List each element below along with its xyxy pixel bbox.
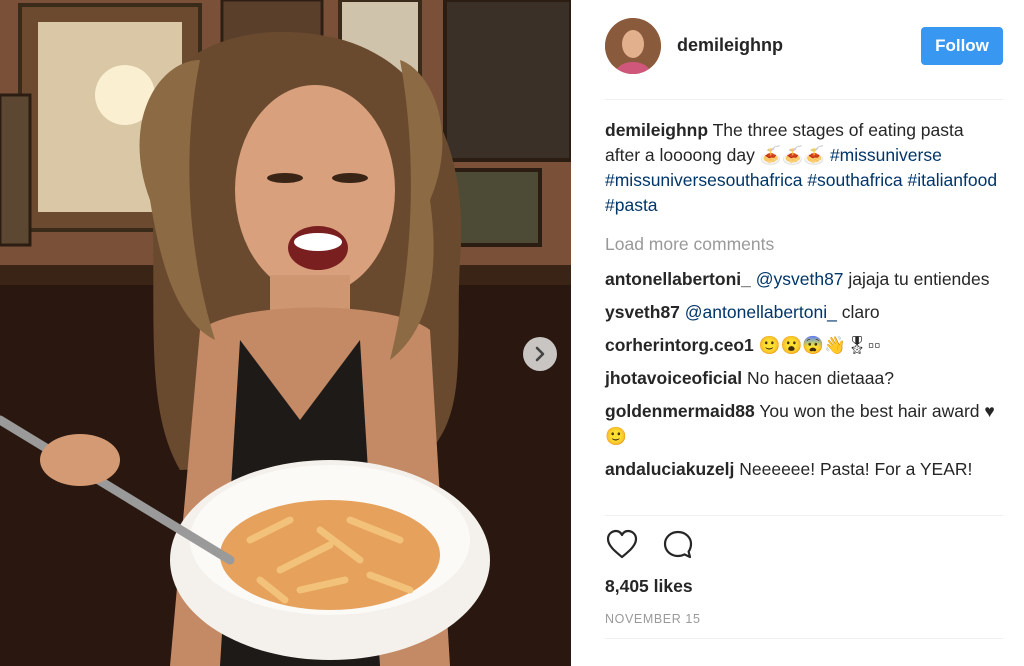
hashtag[interactable]: #italianfood	[908, 170, 998, 190]
comment-text: 🙂😮😨👋🎖▫▫	[758, 335, 881, 355]
heart-icon	[606, 529, 638, 559]
comment-text: claro	[841, 302, 880, 322]
post-header: demileighnp Follow	[605, 18, 1003, 76]
divider	[605, 515, 1003, 516]
comment-button[interactable]	[661, 528, 695, 562]
comment-username[interactable]: antonellabertoni_	[605, 269, 751, 289]
comment-username[interactable]: goldenmermaid88	[605, 401, 755, 421]
hashtag[interactable]: #missuniverse	[830, 145, 942, 165]
comment-username[interactable]: corherintorg.ceo1	[605, 335, 754, 355]
hashtag[interactable]: #missuniversesouthafrica	[605, 170, 802, 190]
follow-button[interactable]: Follow	[921, 27, 1003, 65]
author-username[interactable]: demileighnp	[677, 35, 783, 56]
comment-mention[interactable]: @antonellabertoni_	[685, 302, 837, 322]
comment-username[interactable]: andaluciakuzelj	[605, 459, 734, 479]
comment: corherintorg.ceo1 🙂😮😨👋🎖▫▫	[605, 333, 1003, 358]
post-actions	[605, 528, 805, 564]
load-more-comments-link[interactable]: Load more comments	[605, 232, 1003, 257]
hashtag[interactable]: #pasta	[605, 195, 658, 215]
comment-text: jajaja tu entiendes	[848, 269, 990, 289]
comment-mention[interactable]: @ysveth87	[756, 269, 844, 289]
comment-bubble-icon	[663, 530, 693, 559]
avatar[interactable]	[605, 18, 661, 74]
photo-illustration	[0, 0, 571, 666]
comment: goldenmermaid88 You won the best hair aw…	[605, 399, 1003, 449]
post-date: NOVEMBER 15	[605, 612, 701, 626]
comment: andaluciakuzelj Neeeeee! Pasta! For a YE…	[605, 457, 1003, 482]
comment: jhotavoiceoficial No hacen dietaaa?	[605, 366, 1003, 391]
divider	[605, 638, 1003, 639]
comments-list: demileighnp The three stages of eating p…	[605, 118, 1003, 490]
likes-count[interactable]: 8,405 likes	[605, 576, 693, 597]
like-button[interactable]	[605, 528, 639, 562]
chevron-right-icon	[535, 346, 545, 362]
comment-text: No hacen dietaaa?	[747, 368, 894, 388]
comment-username[interactable]: ysveth87	[605, 302, 680, 322]
caption: demileighnp The three stages of eating p…	[605, 118, 1003, 218]
comment-username[interactable]: jhotavoiceoficial	[605, 368, 742, 388]
post-side-panel: demileighnp Follow demileighnp The three…	[571, 0, 1024, 666]
comment: antonellabertoni_ @ysveth87 jajaja tu en…	[605, 267, 1003, 292]
divider	[605, 99, 1003, 100]
post-photo[interactable]	[0, 0, 571, 666]
comment: ysveth87 @antonellabertoni_ claro	[605, 300, 1003, 325]
caption-username[interactable]: demileighnp	[605, 120, 708, 140]
hashtag[interactable]: #southafrica	[807, 170, 902, 190]
next-photo-button[interactable]	[523, 337, 557, 371]
avatar-image	[605, 18, 661, 74]
comment-text: Neeeeee! Pasta! For a YEAR!	[739, 459, 973, 479]
